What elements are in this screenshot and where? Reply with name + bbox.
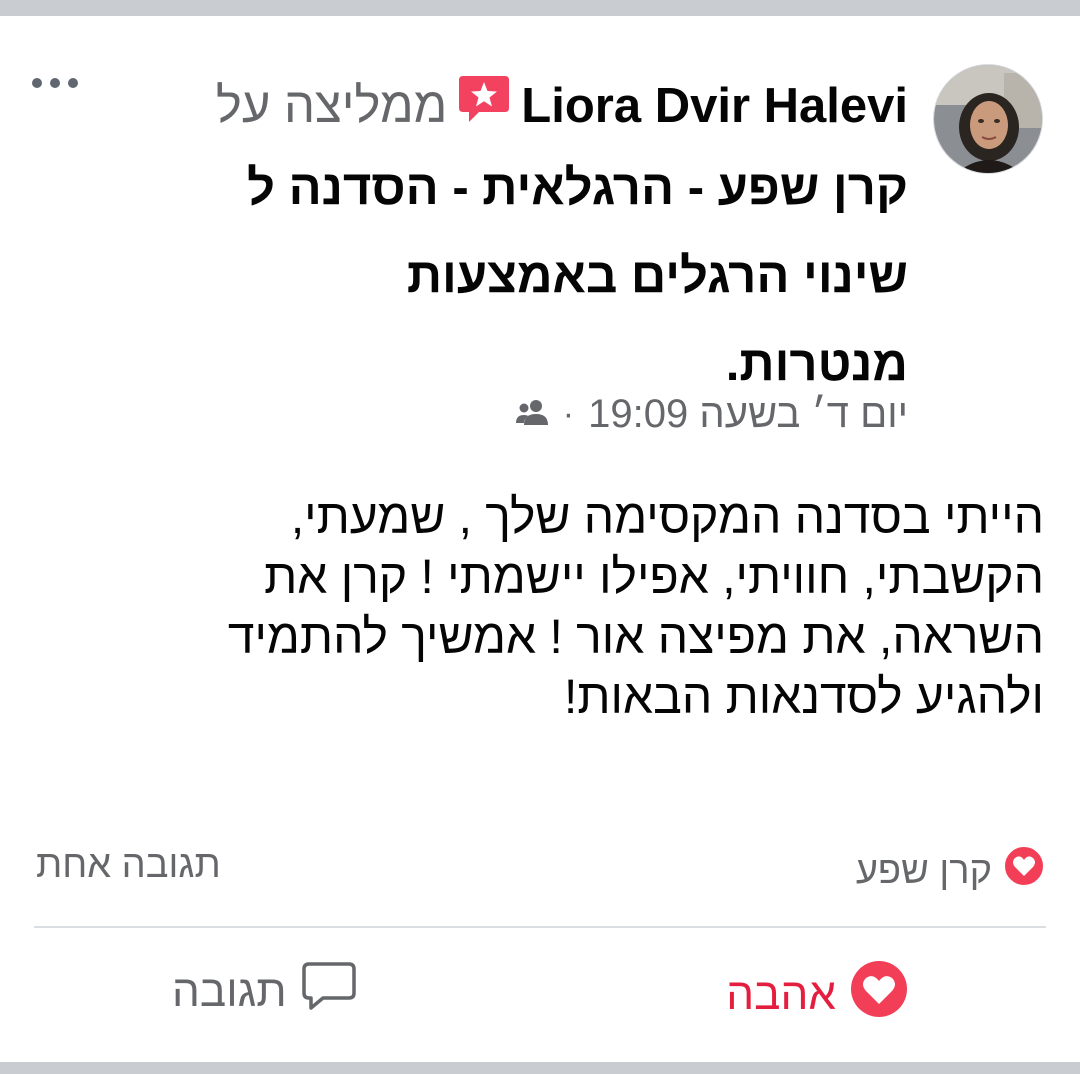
divider [34,926,1046,928]
body-line: השראה, את מפיצה אור ! אמשיך להתמיד [227,611,1044,664]
post-body: הייתי בסדנה המקסימה שלך , שמעתי, הקשבתי,… [34,488,1044,728]
reply-label: תגובה [172,966,287,1016]
body-line: ולהגיע לסדנאות הבאות! [564,671,1044,724]
dot [50,78,60,88]
top-separator [0,0,1080,16]
page-name-line-1: קרן שפע - הרגלאית - הסדנה ל [247,161,908,215]
meta-separator: · [562,395,575,433]
love-reaction-icon [1002,844,1046,898]
friends-icon [515,392,549,437]
page-name-line-2: שינוי הרגלים באמצעות [406,249,908,303]
recommend-icon [457,72,511,142]
comment-icon [301,960,357,1023]
avatar[interactable] [933,64,1043,174]
recommends-label: ממליצה על [215,79,448,133]
comment-count[interactable]: תגובה אחת [36,844,221,887]
dot [68,78,78,88]
avatar-photo [934,65,1042,173]
reactions-summary[interactable]: קרן שפע [856,844,1046,898]
reply-button[interactable]: תגובה [172,960,357,1023]
bottom-separator [0,1062,1080,1074]
love-button[interactable]: אהבה [726,960,908,1029]
love-icon [850,960,908,1029]
recommended-page-link[interactable]: קרן שפע - הרגלאית - הסדנה ל שינוי הרגלים… [88,144,908,408]
author-name[interactable]: Liora Dvir Halevi [521,79,908,133]
body-line: הקשבתי, חוויתי, אפילו יישמתי ! קרן את [264,551,1044,604]
reactor-name: קרן שפע [855,849,992,892]
more-options-button[interactable] [32,76,82,90]
post-header: Liora Dvir Halevi ממליצה על קרן שפע - הרג… [88,72,908,408]
timestamp[interactable]: יום ד׳ בשעה 19:09 [588,392,908,437]
love-label: אהבה [726,969,836,1019]
page-name-line-3: מנטרות. [725,337,908,391]
dot [32,78,42,88]
body-line: הייתי בסדנה המקסימה שלך , שמעתי, [290,491,1044,544]
post-meta: יום ד׳ בשעה 19:09 · [515,392,908,437]
